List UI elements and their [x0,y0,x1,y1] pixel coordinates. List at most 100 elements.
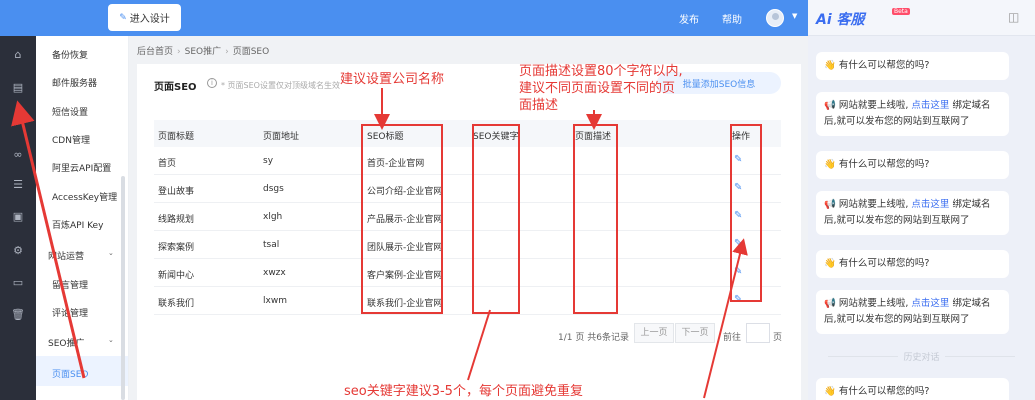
chat-question-text: 有什么可以帮您的吗? [838,159,930,170]
menu-item-aliyun-api[interactable]: 阿里云API配置 [52,161,111,174]
enter-design-button[interactable]: ✎ 进入设计 [108,4,181,31]
info-icon: i [207,78,217,88]
chat-answer: 📢 网站就要上线啦, 点击这里 绑定域名后,就可以发布您的网站到互联网了 [816,290,1009,334]
menu-item-messages[interactable]: 留言管理 [52,278,88,291]
annotation-company: 建议设置公司名称 [340,72,445,87]
chat-question-text: 有什么可以帮您的吗? [838,60,930,71]
cell-url: xlgh [263,212,283,222]
history-divider: 历史对话 [808,350,1035,363]
breadcrumb-seo[interactable]: SEO推广 [185,47,221,57]
gear-icon[interactable]: ⚙ [11,244,25,258]
menu-item-backup[interactable]: 备份恢复 [52,48,88,61]
chat-answer: 📢 网站就要上线啦, 点击这里 绑定域名后,就可以发布您的网站到互联网了 [816,191,1009,235]
table-row: 联系我们 lxwm 联系我们-企业官网 ✎ [154,287,781,315]
batch-add-seo-label: 批量添加SEO信息 [682,79,756,90]
edit-icon: ✎ [119,12,127,23]
table-row: 登山故事 dsgs 公司介绍-企业官网 ✎ [154,175,781,203]
menu-item-accesskey[interactable]: AccessKey管理 [52,190,117,203]
annotation-desc-2: 建议不同页面设置不同的页 [519,81,676,96]
trash-icon[interactable]: 🗑 [11,308,25,322]
avatar[interactable] [766,9,784,27]
menu-item-page-seo[interactable]: 页面SEO [52,367,88,380]
chevron-down-icon[interactable]: ▼ [792,12,797,20]
cell-title: 首页 [158,159,177,169]
list-icon[interactable]: ☰ [11,178,25,192]
menu-item-cdn[interactable]: CDN管理 [52,133,90,146]
chat-answer-text: 网站就要上线啦, [838,100,909,111]
menu-group-site[interactable]: 网站运营 ⌄ [48,249,114,262]
table-row: 线路规划 xlgh 产品展示-企业官网 ✎ [154,203,781,231]
sub-menu: 备份恢复 邮件服务器 短信设置 CDN管理 阿里云API配置 AccessKey… [36,36,129,400]
document-icon[interactable]: ▤ [11,81,25,95]
chat-answer-text: 网站就要上线啦, [838,199,909,210]
cell-title: 联系我们 [158,299,195,309]
chat-question: 👋 有什么可以帮您的吗? [816,378,1009,400]
page-number-input[interactable] [746,323,770,343]
cell-title: 线路规划 [158,215,195,225]
menu-item-bailian-api[interactable]: 百炼API Key [52,218,103,231]
cell-title: 登山故事 [158,187,195,197]
page-total-info: /1 页 共6条记录 [563,333,629,343]
breadcrumb-page-seo: 页面SEO [232,47,270,57]
enter-design-label: 进入设计 [129,14,170,25]
terminal-icon[interactable]: ▭ [11,276,25,290]
next-page-button[interactable]: 下一页 [675,323,715,343]
menu-group-site-label: 网站运营 [48,252,85,262]
menu-item-comments[interactable]: 评论管理 [52,306,88,319]
table-row: 探索案例 tsal 团队展示-企业官网 ✎ [154,231,781,259]
cell-url: sy [263,156,274,166]
chat-question: 👋 有什么可以帮您的吗? [816,52,1009,80]
chat-question: 👋 有什么可以帮您的吗? [816,250,1009,278]
chat-answer-text: 网站就要上线啦, [838,298,909,309]
chat-header: Ai 客服 Beta ◫ [808,0,1035,36]
menu-item-mail-server[interactable]: 邮件服务器 [52,76,97,89]
globe-icon[interactable]: ◍ [11,112,25,126]
seo-card: 页面SEO i * 页面SEO设置仅对顶级域名生效 批量添加SEO信息 页面标题… [137,64,801,400]
top-bar: ✎ 进入设计 发布 帮助 ▼ [0,0,808,36]
link-icon[interactable]: ∞ [11,148,25,162]
cell-title: 新闻中心 [158,271,195,281]
annotation-box-seo-keywords [472,124,520,314]
table-row: 首页 sy 首页-企业官网 ✎ [154,147,781,175]
col-page-url: 页面地址 [263,132,300,142]
publish-link[interactable]: 发布 [679,11,699,26]
menu-group-seo[interactable]: SEO推广 ⌄ [48,336,114,349]
chat-answer: 📢 网站就要上线啦, 点击这里 绑定域名后,就可以发布您的网站到互联网了 [816,92,1009,136]
page-title: 页面SEO [154,82,197,93]
goto-label: 前往 [723,333,742,343]
menu-item-sms[interactable]: 短信设置 [52,105,88,118]
cell-url: tsal [263,240,280,250]
chat-answer-link[interactable]: 点击这里 [911,298,949,309]
help-link[interactable]: 帮助 [722,11,742,26]
prev-page-button[interactable]: 上一页 [634,323,674,343]
annotation-desc-1: 页面描述设置80个字符以内, [519,64,683,79]
annotation-box-actions [730,124,762,302]
page-info: 1/1 页 共6条记录 [558,330,629,343]
chat-logo: Ai 客服 [816,12,865,28]
table-row: 新闻中心 xwzx 客户案例-企业官网 ✎ [154,259,781,287]
icon-rail: ⌂ ▤ ◍ ∞ ☰ ▣ ⚙ ▭ 🗑 [0,36,36,400]
bag-icon[interactable]: ◫ [1008,10,1019,24]
table-header: 页面标题 页面地址 SEO标题 SEO关键字 页面描述 操作 [154,120,781,147]
chat-answer-link[interactable]: 点击这里 [911,199,949,210]
page-unit-label: 页 [773,333,783,343]
chevron-down-icon: ⌄ [108,336,114,344]
shop-icon[interactable]: ▣ [11,210,25,224]
cell-url: dsgs [263,184,284,194]
chevron-down-icon: ⌄ [108,249,114,257]
breadcrumb-home[interactable]: 后台首页 [137,47,173,57]
ai-chat-panel: Ai 客服 Beta ◫ 👋 有什么可以帮您的吗? 📢 网站就要上线啦, 点击这… [808,0,1035,400]
annotation-desc-3: 面描述 [519,98,559,113]
cell-title: 探索案例 [158,243,195,253]
scrollbar[interactable] [121,176,125,400]
cell-url: lxwm [263,296,287,306]
main-content: 后台首页 › SEO推广 › 页面SEO 页面SEO i * 页面SEO设置仅对顶级域名… [129,36,808,400]
annotation-box-page-desc [573,124,618,314]
chat-answer-link[interactable]: 点击这里 [911,100,949,111]
chat-question-text: 有什么可以帮您的吗? [838,386,930,397]
annotation-keywords: seo关键字建议3-5个，每个页面避免重复 [344,384,583,399]
chat-question: 👋 有什么可以帮您的吗? [816,151,1009,179]
hint-text: * 页面SEO设置仅对顶级域名生效 [221,81,340,90]
home-icon[interactable]: ⌂ [11,48,25,62]
cell-url: xwzx [263,268,286,278]
